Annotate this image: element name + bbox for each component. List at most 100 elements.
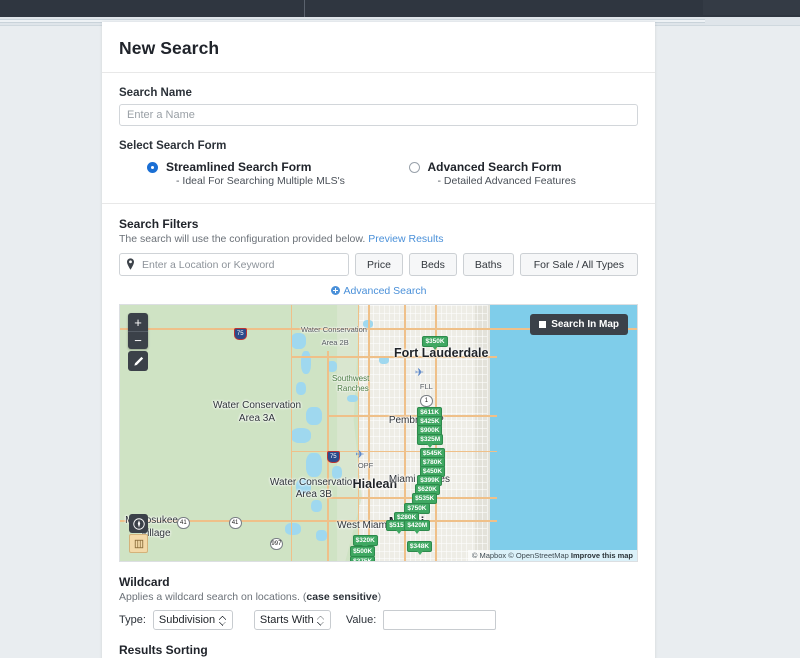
new-search-card: New Search Search Name Select Search For…: [102, 22, 655, 658]
map-zoom-in-button[interactable]: +: [128, 313, 148, 331]
radio-advanced-sub: - Detailed Advanced Features: [437, 175, 576, 187]
page-title: New Search: [119, 38, 220, 58]
search-filters-title: Search Filters: [119, 217, 199, 231]
location-input-wrap: [119, 253, 349, 276]
map-lake: [295, 381, 307, 395]
search-form-radio-group: Streamlined Search Form - Ideal For Sear…: [119, 160, 638, 189]
map-lake: [347, 394, 358, 403]
map-road: [368, 305, 370, 561]
map-attribution: © Mapbox © OpenStreetMap Improve this ma…: [467, 550, 637, 561]
airport-fll-icon: ✈: [414, 367, 424, 380]
map-route-shield: 75: [233, 328, 247, 341]
map-price-pin[interactable]: $348K: [406, 540, 433, 555]
map-lake: [316, 530, 327, 541]
map-route-shield: 41: [228, 517, 242, 530]
baths-filter-button[interactable]: Baths: [462, 253, 514, 276]
map-grid-line: [357, 312, 488, 314]
map-route-shield: 1: [419, 394, 433, 407]
map-pin-icon: [127, 258, 134, 270]
pencil-icon: [133, 356, 143, 366]
wildcard-match-select[interactable]: Starts With: [253, 610, 331, 630]
app-root: New Search Search Name Select Search For…: [0, 0, 800, 658]
map-lake: [290, 427, 312, 444]
map-ocean: [487, 305, 637, 561]
wildcard-value-label: Value:: [345, 614, 377, 626]
filter-row: Price Beds Baths For Sale / All Types: [119, 253, 638, 276]
location-search-input[interactable]: [119, 253, 349, 276]
map-grid-line: [357, 358, 488, 360]
map-road: [290, 450, 498, 453]
search-map[interactable]: Water Conservation Area 3A Water Conservat…: [119, 304, 638, 562]
search-in-map-button[interactable]: Search In Map: [530, 314, 628, 335]
radio-advanced-icon[interactable]: [408, 162, 420, 173]
search-filters-description-text: The search will use the configuration pr…: [119, 233, 366, 245]
map-zoom-controls: + −: [128, 313, 148, 349]
attribution-mapbox[interactable]: © Mapbox: [472, 551, 506, 560]
radio-streamlined-title: Streamlined Search Form: [166, 160, 312, 174]
select-search-form-label: Select Search Form: [119, 140, 227, 152]
map-price-pin[interactable]: $275K: [350, 555, 376, 561]
advanced-search-line: Advanced Search: [119, 282, 638, 300]
wildcard-type-label: Type:: [119, 614, 146, 626]
attribution-improve-link[interactable]: Improve this map: [571, 551, 633, 560]
results-sorting-title: Results Sorting: [119, 643, 208, 657]
radio-option-streamlined[interactable]: Streamlined Search Form - Ideal For Sear…: [119, 160, 379, 189]
map-lake: [331, 466, 343, 480]
map-road: [290, 305, 293, 561]
search-filters-description: The search will use the configuration pr…: [119, 233, 638, 245]
preview-results-link[interactable]: Preview Results: [368, 233, 443, 245]
search-in-map-label: Search In Map: [551, 319, 619, 330]
layers-icon: [134, 539, 143, 548]
price-filter-button[interactable]: Price: [355, 253, 403, 276]
wildcard-description-text: Applies a wildcard search on locations. …: [119, 591, 307, 603]
attribution-osm[interactable]: © OpenStreetMap: [508, 551, 569, 560]
map-grid-line: [357, 305, 488, 306]
map-price-pin[interactable]: $325M: [417, 434, 444, 449]
search-form-divider: [102, 203, 655, 204]
map-price-pin[interactable]: $350K: [422, 335, 448, 350]
map-lake: [295, 479, 312, 495]
map-grid-line: [357, 320, 488, 322]
radio-advanced-title: Advanced Search Form: [427, 160, 562, 174]
map-road: [326, 415, 498, 417]
wildcard-row: Type: Subdivision Starts With Value:: [119, 610, 638, 630]
wildcard-type-select[interactable]: Subdivision: [152, 610, 233, 630]
property-type-filter-button[interactable]: For Sale / All Types: [519, 253, 638, 276]
map-grid-line: [357, 389, 488, 391]
map-draw-tool-button[interactable]: [128, 351, 148, 371]
map-lake: [290, 333, 307, 349]
plus-circle-icon: [330, 286, 340, 295]
map-lake: [306, 407, 322, 426]
map-price-pin[interactable]: $420M: [404, 520, 431, 535]
map-road: [290, 356, 498, 358]
map-road: [357, 305, 360, 561]
airport-opf-icon: ✈: [355, 449, 365, 462]
wildcard-value-input[interactable]: [383, 610, 497, 630]
map-grid-line: [357, 381, 488, 383]
radio-option-advanced[interactable]: Advanced Search Form - Detailed Advanced…: [379, 160, 639, 189]
map-lake: [285, 522, 301, 536]
map-layers-button[interactable]: [129, 534, 148, 553]
map-price-pin[interactable]: $320K: [352, 535, 378, 550]
top-navbar: [0, 0, 800, 17]
map-price-pin[interactable]: $500K: [350, 545, 376, 560]
wildcard-description: Applies a wildcard search on locations. …: [119, 591, 638, 603]
beds-filter-button[interactable]: Beds: [408, 253, 457, 276]
search-name-label: Search Name: [119, 87, 192, 99]
radio-streamlined-icon[interactable]: [147, 162, 158, 173]
map-compass-button[interactable]: [129, 514, 148, 533]
map-route-shield: 997: [269, 537, 283, 550]
map-route-shield: 75: [326, 450, 340, 463]
map-lake: [311, 499, 322, 513]
wildcard-description-end: ): [377, 591, 382, 603]
title-divider: [102, 72, 655, 73]
map-zoom-out-button[interactable]: −: [128, 331, 148, 349]
wildcard-title: Wildcard: [119, 575, 170, 589]
map-lake: [306, 453, 322, 477]
map-lake: [300, 351, 312, 375]
radio-streamlined-sub: - Ideal For Searching Multiple MLS's: [176, 175, 345, 187]
advanced-search-link[interactable]: Advanced Search: [330, 284, 427, 297]
search-name-input[interactable]: [119, 104, 638, 126]
map-grid-line: [487, 305, 489, 561]
advanced-search-label: Advanced Search: [343, 284, 427, 297]
